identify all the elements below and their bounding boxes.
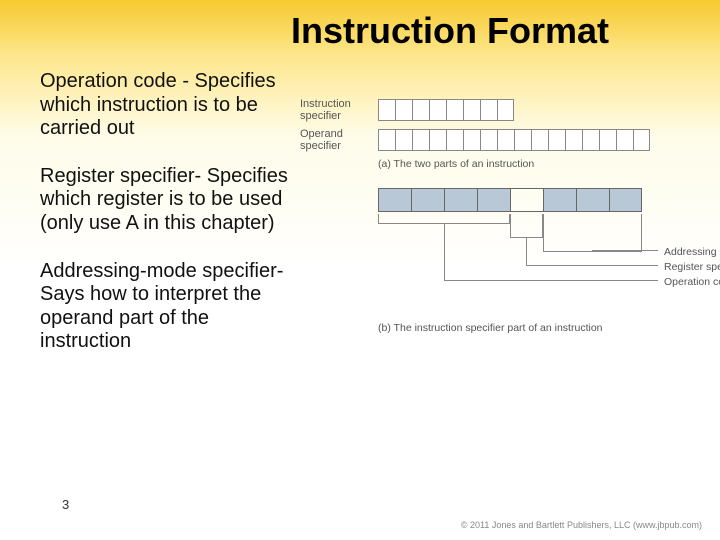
lead-label-register: Register specifier or 5th bit of opcode — [664, 261, 720, 273]
bit-cell — [412, 129, 429, 151]
bit-cell-opcode — [477, 188, 510, 212]
bit-cell — [480, 129, 497, 151]
bit-cell — [412, 99, 429, 121]
bit-cell — [378, 99, 395, 121]
bit-cell — [395, 129, 412, 151]
paragraph-addressing: Addressing-mode specifier- Says how to i… — [40, 260, 290, 354]
lead-line — [526, 238, 527, 265]
label-operand-specifier: Operand specifier — [300, 128, 378, 152]
bit-cell-addressing — [543, 188, 576, 212]
bracket-leads: Addressing mode Register specifier or 5t… — [378, 214, 690, 274]
bit-cell — [429, 129, 446, 151]
diagram-a: Instruction specifier Operand specifier — [300, 98, 690, 170]
bit-cell — [633, 129, 650, 151]
bit-cell — [582, 129, 599, 151]
row-instruction-specifier: Instruction specifier — [300, 98, 690, 122]
label-instruction-specifier: Instruction specifier — [300, 98, 378, 122]
instruction-specifier-byte — [378, 188, 690, 212]
lead-line — [592, 250, 593, 252]
diagram-column: Instruction specifier Operand specifier — [300, 70, 690, 378]
bit-cell — [616, 129, 633, 151]
caption-b: (b) The instruction specifier part of an… — [378, 322, 690, 334]
bracket-register — [510, 214, 543, 238]
bit-cell — [548, 129, 565, 151]
bit-cell-addressing — [576, 188, 609, 212]
bit-cell-opcode — [378, 188, 411, 212]
bit-cell-addressing — [609, 188, 642, 212]
lead-label-addressing: Addressing mode — [664, 246, 720, 258]
bit-cell — [514, 129, 531, 151]
lead-line — [444, 280, 658, 281]
lead-line — [592, 250, 658, 251]
bit-cell — [395, 99, 412, 121]
paragraph-register: Register specifier- Specifies which regi… — [40, 165, 290, 236]
bit-cell — [446, 99, 463, 121]
bit-cell — [531, 129, 548, 151]
copyright-notice: © 2011 Jones and Bartlett Publishers, LL… — [461, 520, 702, 530]
lead-line — [444, 224, 445, 280]
bit-cell — [565, 129, 582, 151]
instruction-byte-cells — [378, 99, 514, 121]
bracket-opcode — [378, 214, 510, 224]
bit-cell — [446, 129, 463, 151]
content-area: Operation code - Specifies which instruc… — [0, 52, 720, 378]
lead-line — [526, 265, 658, 266]
bit-cell-opcode — [444, 188, 477, 212]
bit-cell — [463, 129, 480, 151]
caption-a: (a) The two parts of an instruction — [378, 158, 690, 170]
paragraph-opcode: Operation code - Specifies which instruc… — [40, 70, 290, 141]
operand-cells — [378, 129, 650, 151]
diagram-b: Addressing mode Register specifier or 5t… — [300, 188, 690, 334]
text-column: Operation code - Specifies which instruc… — [40, 70, 300, 378]
page-title: Instruction Format — [0, 0, 720, 52]
bit-cell-register — [510, 188, 543, 212]
page-number: 3 — [62, 497, 69, 512]
bit-cell — [463, 99, 480, 121]
bit-cell — [599, 129, 616, 151]
bit-cell — [497, 129, 514, 151]
row-operand-specifier: Operand specifier — [300, 128, 690, 152]
bit-cell — [497, 99, 514, 121]
bit-cell-opcode — [411, 188, 444, 212]
lead-label-opcode: Operation code — [664, 276, 720, 288]
bit-cell — [378, 129, 395, 151]
bit-cell — [480, 99, 497, 121]
bit-cell — [429, 99, 446, 121]
bracket-addressing — [543, 214, 642, 252]
